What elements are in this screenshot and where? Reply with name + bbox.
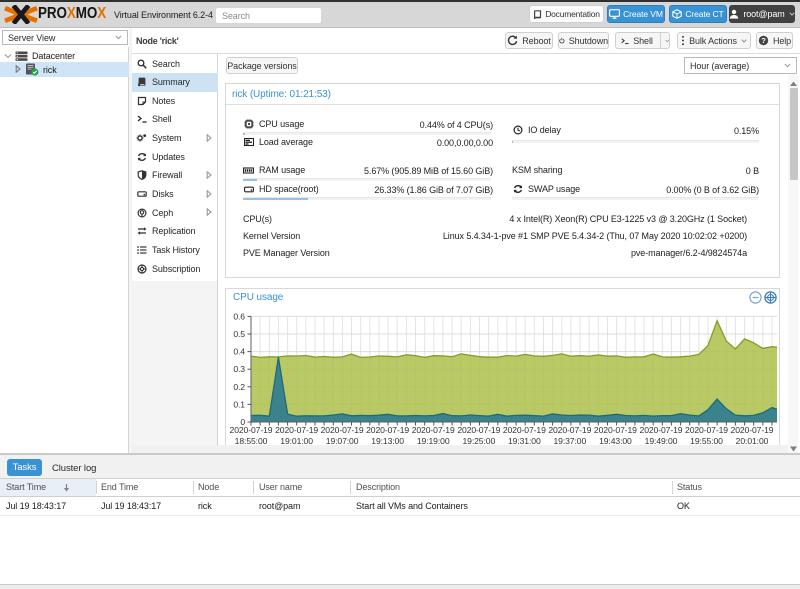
svg-text:0.6: 0.6 [233,311,245,321]
svg-text:2020-07-19: 2020-07-19 [731,425,774,435]
svg-text:2020-07-19: 2020-07-19 [366,425,409,435]
svg-text:2020-07-19: 2020-07-19 [457,425,500,435]
svg-text:2020-07-19: 2020-07-19 [230,425,273,435]
svg-text:2020-07-19: 2020-07-19 [640,425,683,435]
svg-text:0.3: 0.3 [233,364,245,374]
svg-text:2020-07-19: 2020-07-19 [275,425,318,435]
svg-text:2020-07-19: 2020-07-19 [548,425,591,435]
svg-text:0.2: 0.2 [233,382,245,392]
svg-text:0.4: 0.4 [233,347,245,357]
svg-text:2020-07-19: 2020-07-19 [321,425,364,435]
svg-text:2020-07-19: 2020-07-19 [412,425,455,435]
svg-text:2020-07-19: 2020-07-19 [594,425,637,435]
svg-text:2020-07-19: 2020-07-19 [503,425,546,435]
svg-text:2020-07-19: 2020-07-19 [685,425,728,435]
svg-text:0.5: 0.5 [233,329,245,339]
svg-text:0.1: 0.1 [233,399,245,409]
